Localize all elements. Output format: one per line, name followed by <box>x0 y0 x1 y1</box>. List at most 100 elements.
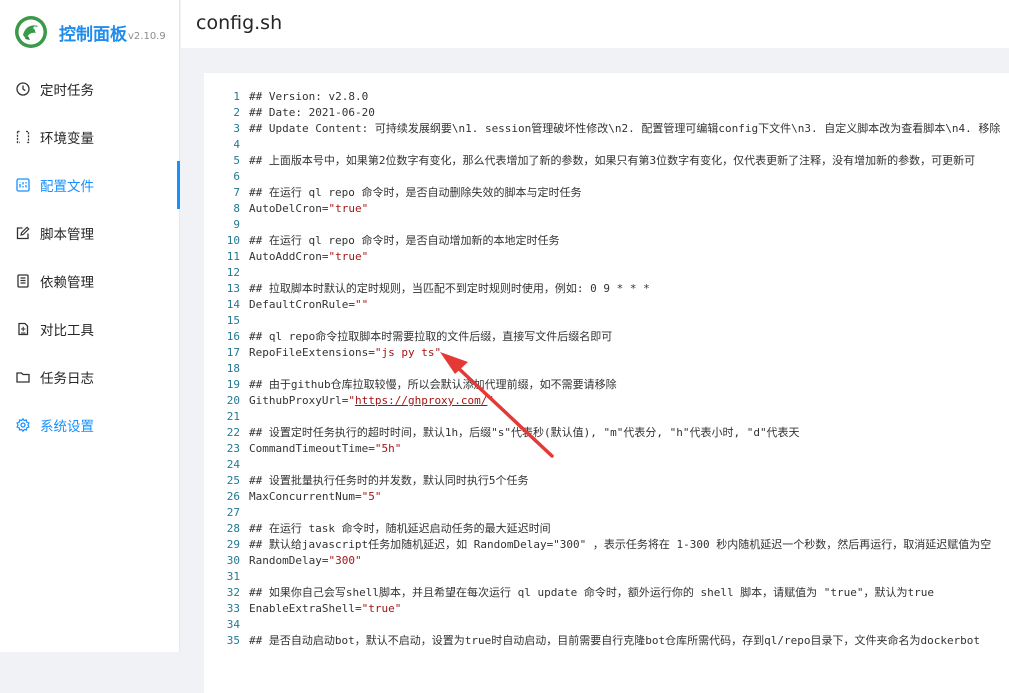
config-value: "5" <box>361 490 382 503</box>
code-comment: ## 在运行 task 命令时，随机延迟启动任务的最大延迟时间 <box>249 522 551 535</box>
sidebar-item-env[interactable]: 环境变量 <box>0 113 180 161</box>
code-comment: ## 在运行 ql repo 命令时，是否自动增加新的本地定时任务 <box>249 234 560 247</box>
code-comment: ## 由于github仓库拉取较慢，所以会默认添加代理前缀，如不需要请移除 <box>249 378 617 391</box>
line-number: 24 <box>226 458 240 471</box>
folder-icon <box>16 370 30 384</box>
code-line[interactable]: 6 <box>204 169 1009 185</box>
config-url-link[interactable]: https://ghproxy.com/ <box>355 394 487 407</box>
line-number: 21 <box>226 410 240 423</box>
code-line[interactable]: 19 ## 由于github仓库拉取较慢，所以会默认添加代理前缀，如不需要请移除 <box>204 377 1009 393</box>
code-lines[interactable]: 1 ## Version: v2.8.0 2 ## Date: 2021-06-20 3… <box>204 89 1009 649</box>
sidebar-item-label: 系统设置 <box>40 419 94 435</box>
sidebar-item-label: 定时任务 <box>40 83 94 99</box>
control-icon <box>16 178 30 192</box>
sidebar-item-logs[interactable]: 任务日志 <box>0 353 180 401</box>
code-line[interactable]: 2 ## Date: 2021-06-20 <box>204 105 1009 121</box>
config-key: RandomDelay= <box>249 554 329 567</box>
code-line[interactable]: 21 <box>204 409 1009 425</box>
brand[interactable]: 控制面板 v2.10.9 <box>14 14 166 50</box>
sidebar-item-scripts[interactable]: 脚本管理 <box>0 209 180 257</box>
container-icon <box>16 274 30 288</box>
code-line[interactable]: 8 AutoDelCron="true" <box>204 201 1009 217</box>
code-comment: ## 设置批量执行任务时的并发数，默认同时执行5个任务 <box>249 474 529 487</box>
code-comment: ## Update Content: 可持续发展纲要\n1. session管理… <box>249 122 1001 135</box>
code-comment: ## ql repo命令拉取脚本时需要拉取的文件后缀，直接写文件后缀名即可 <box>249 330 613 343</box>
code-line[interactable]: 15 <box>204 313 1009 329</box>
line-number: 31 <box>226 570 240 583</box>
code-editor[interactable]: 1 ## Version: v2.8.0 2 ## Date: 2021-06-20 3… <box>204 73 1009 693</box>
line-number: 6 <box>233 170 240 183</box>
code-comment: ## 设置定时任务执行的超时时间，默认1h，后缀"s"代表秒(默认值), "m"… <box>249 426 800 439</box>
code-line[interactable]: 16 ## ql repo命令拉取脚本时需要拉取的文件后缀，直接写文件后缀名即可 <box>204 329 1009 345</box>
code-line[interactable]: 32 ## 如果你自己会写shell脚本，并且希望在每次运行 ql update … <box>204 585 1009 601</box>
line-number: 10 <box>226 234 240 247</box>
code-line[interactable]: 28 ## 在运行 task 命令时，随机延迟启动任务的最大延迟时间 <box>204 521 1009 537</box>
code-line[interactable]: 4 <box>204 137 1009 153</box>
line-number: 1 <box>233 90 240 103</box>
code-line[interactable]: 30 RandomDelay="300" <box>204 553 1009 569</box>
code-line[interactable]: 14 DefaultCronRule="" <box>204 297 1009 313</box>
code-line[interactable]: 33 EnableExtraShell="true" <box>204 601 1009 617</box>
line-number: 29 <box>226 538 240 551</box>
code-line[interactable]: 3 ## Update Content: 可持续发展纲要\n1. session管… <box>204 121 1009 137</box>
line-number: 7 <box>233 186 240 199</box>
sidebar-item-settings[interactable]: 系统设置 <box>0 401 180 449</box>
code-line[interactable]: 22 ## 设置定时任务执行的超时时间，默认1h，后缀"s"代表秒(默认值), "… <box>204 425 1009 441</box>
config-key: AutoAddCron= <box>249 250 329 263</box>
code-line[interactable]: 10 ## 在运行 ql repo 命令时，是否自动增加新的本地定时任务 <box>204 233 1009 249</box>
code-line[interactable]: 9 <box>204 217 1009 233</box>
code-line[interactable]: 7 ## 在运行 ql repo 命令时，是否自动删除失效的脚本与定时任务 <box>204 185 1009 201</box>
sidebar-item-label: 环境变量 <box>40 131 94 147</box>
code-line[interactable]: 18 <box>204 361 1009 377</box>
sidebar-item-config[interactable]: 配置文件 <box>0 161 180 209</box>
line-number: 18 <box>226 362 240 375</box>
line-number: 9 <box>233 218 240 231</box>
code-line[interactable]: 11 AutoAddCron="true" <box>204 249 1009 265</box>
line-number: 27 <box>226 506 240 519</box>
line-number: 13 <box>226 282 240 295</box>
config-value: "js py ts" <box>374 346 442 359</box>
code-line[interactable]: 31 <box>204 569 1009 585</box>
code-line[interactable]: 1 ## Version: v2.8.0 <box>204 89 1009 105</box>
code-line[interactable]: 5 ## 上面版本号中，如果第2位数字有变化，那么代表增加了新的参数，如果只有第3… <box>204 153 1009 169</box>
sidebar-item-label: 任务日志 <box>40 371 94 387</box>
line-number: 23 <box>226 442 240 455</box>
code-line[interactable]: 24 <box>204 457 1009 473</box>
sidebar-item-deps[interactable]: 依赖管理 <box>0 257 180 305</box>
code-line[interactable]: 27 <box>204 505 1009 521</box>
config-key: GithubProxyUrl= <box>249 394 349 407</box>
sidebar: 控制面板 v2.10.9 定时任务 环境变量 配置文件 脚本管理 依赖管理 对比… <box>0 0 180 652</box>
config-key: MaxConcurrentNum= <box>249 490 362 503</box>
line-number: 32 <box>226 586 240 599</box>
code-comment: ## 在运行 ql repo 命令时，是否自动删除失效的脚本与定时任务 <box>249 186 582 199</box>
line-number: 33 <box>226 602 240 615</box>
code-line[interactable]: 20 GithubProxyUrl="https://ghproxy.com/" <box>204 393 1009 409</box>
code-line[interactable]: 25 ## 设置批量执行任务时的并发数，默认同时执行5个任务 <box>204 473 1009 489</box>
line-number: 35 <box>226 634 240 647</box>
line-number: 20 <box>226 394 240 407</box>
code-line[interactable]: 23 CommandTimeoutTime="5h" <box>204 441 1009 457</box>
config-value: " <box>348 394 355 407</box>
config-key: AutoDelCron= <box>249 202 329 215</box>
code-comment: ## Version: v2.8.0 <box>249 90 369 103</box>
code-line[interactable]: 34 <box>204 617 1009 633</box>
code-line[interactable]: 29 ## 默认给javascript任务加随机延迟，如 RandomDelay=… <box>204 537 1009 553</box>
page-title: config.sh <box>196 12 283 34</box>
code-line[interactable]: 13 ## 拉取脚本时默认的定时规则，当匹配不到定时规则时使用，例如: 0 9 *… <box>204 281 1009 297</box>
line-number: 28 <box>226 522 240 535</box>
line-number: 2 <box>233 106 240 119</box>
code-line[interactable]: 26 MaxConcurrentNum="5" <box>204 489 1009 505</box>
code-line[interactable]: 17 RepoFileExtensions="js py ts" <box>204 345 1009 361</box>
config-value: "true" <box>328 250 369 263</box>
page-header: config.sh <box>181 0 1009 48</box>
line-number: 5 <box>233 154 240 167</box>
sidebar-item-cron[interactable]: 定时任务 <box>0 65 180 113</box>
sidebar-item-diff[interactable]: 对比工具 <box>0 305 180 353</box>
line-number: 15 <box>226 314 240 327</box>
code-line[interactable]: 12 <box>204 265 1009 281</box>
line-number: 16 <box>226 330 240 343</box>
code-line[interactable]: 35 ## 是否自动启动bot，默认不启动，设置为true时自动启动，目前需要自行… <box>204 633 1009 649</box>
sidebar-item-label: 对比工具 <box>40 323 94 339</box>
line-number: 4 <box>233 138 240 151</box>
config-value-end: " <box>487 394 495 407</box>
